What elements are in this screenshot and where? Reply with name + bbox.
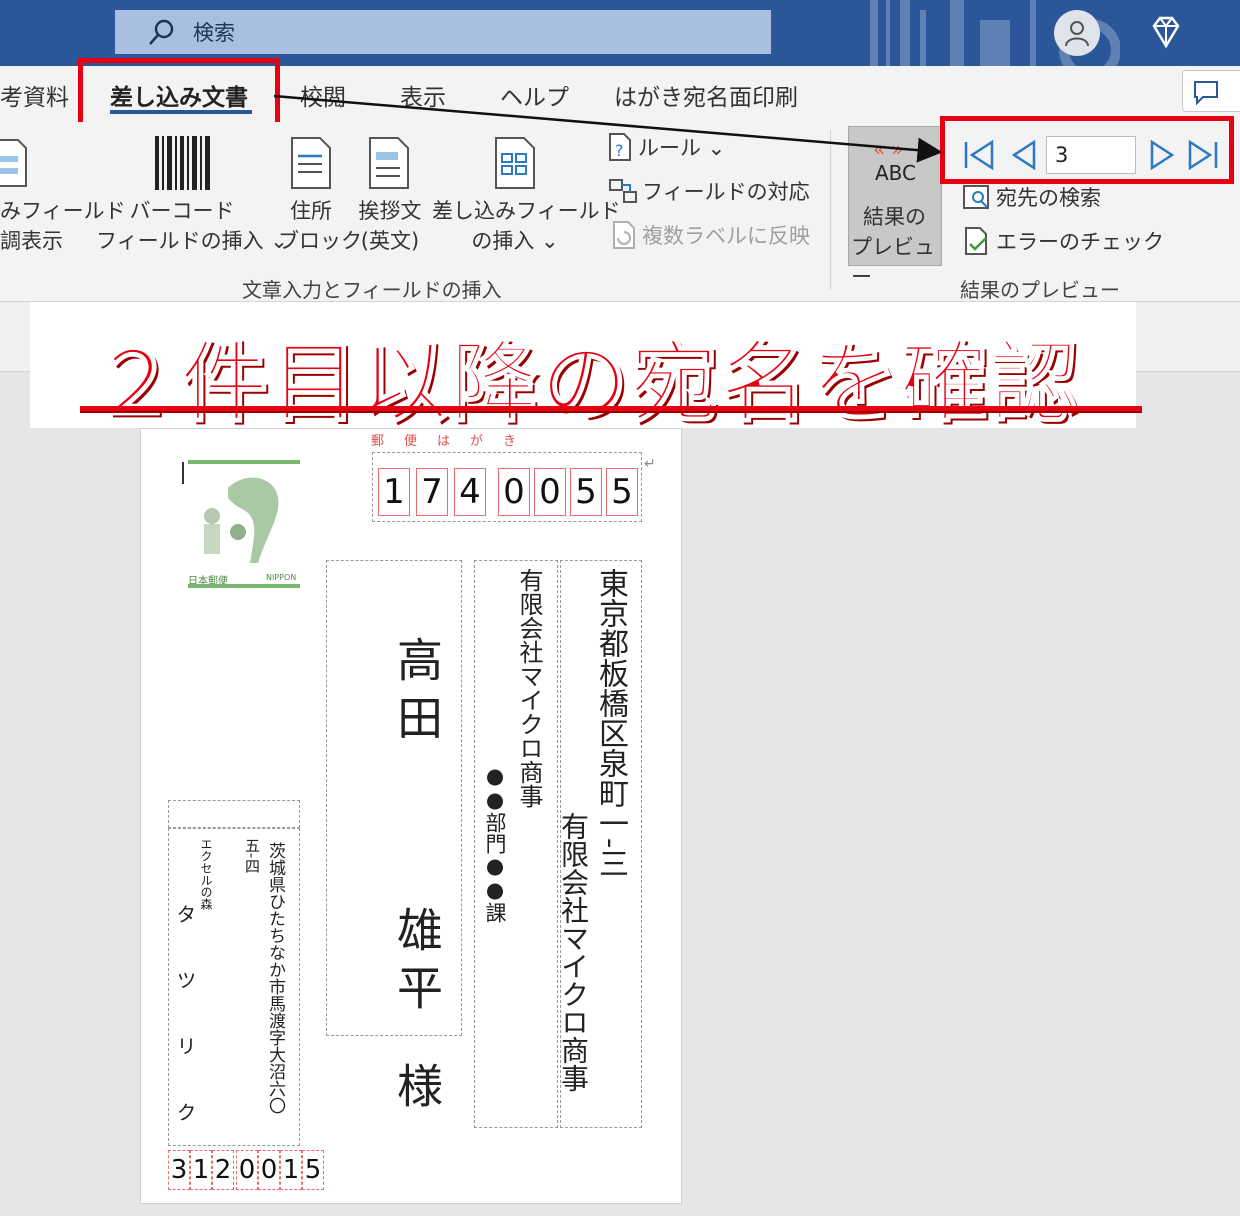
check-errors-label: エラーのチェック — [996, 230, 1164, 254]
greeting-label-2: (英文) — [360, 229, 420, 253]
update-labels-label: 複数ラベルに反映 — [642, 224, 810, 248]
address-block-label-2: ブロック — [278, 229, 362, 253]
recipient-family-name: 高田 — [390, 636, 444, 752]
sender-zip-digit: 0 — [236, 1150, 258, 1190]
postcard-header: 郵便はがき — [371, 434, 537, 449]
zip-digit: 0 — [498, 468, 530, 516]
sender-address-line2: 五‐四 — [243, 838, 261, 874]
greeting-line-button[interactable]: 挨拶文 (英文) — [354, 196, 426, 256]
dolphin-stamp-icon — [204, 477, 279, 563]
preview-results-group-label: 結果のプレビュー — [960, 278, 1120, 302]
zip-digit: 5 — [570, 468, 602, 516]
recipient-address-line1: 東京都板橋区泉町一‐三 — [593, 568, 628, 879]
barcode-field-button[interactable]: バーコード フィールドの挿入 ⌄ — [96, 196, 288, 256]
recipient-given-name: 雄平 — [390, 906, 444, 1022]
recipient-company: 有限会社マイクロ商事 — [515, 568, 543, 808]
barcode-label-2: フィールドの挿入 ⌄ — [96, 229, 288, 253]
sender-address-line1: 茨城県ひたちなか市馬渡字大沼六〇 — [265, 842, 285, 1114]
write-insert-group-label: 文章入力とフィールドの挿入 — [242, 278, 502, 302]
insert-merge-field-label-1: 差し込みフィールド — [432, 199, 621, 223]
preview-label-1: 結果の — [863, 205, 926, 229]
check-errors-icon — [965, 227, 987, 255]
recipient-department: ●●部門●●課 — [483, 764, 507, 923]
sender-zip-digit: 2 — [212, 1150, 234, 1190]
address-block-button[interactable]: 住所 ブロック — [278, 196, 362, 256]
sender-top-frame — [168, 800, 300, 828]
stamp: 日本郵便 NIPPON — [186, 460, 300, 588]
text-cursor — [182, 462, 184, 484]
callout-text: ２件目以降の宛名を確認 — [89, 330, 1081, 435]
update-labels-button[interactable]: 複数ラベルに反映 — [608, 220, 810, 250]
annotation-arrow — [273, 94, 943, 163]
zip-digit: 0 — [534, 468, 566, 516]
address-block-label-1: 住所 — [290, 199, 332, 223]
insert-merge-field-button[interactable]: 差し込みフィールド の挿入 ⌄ — [432, 196, 621, 256]
sender-zip-digit: 0 — [258, 1150, 280, 1190]
check-errors-button[interactable]: エラーのチェック — [962, 226, 1164, 256]
greeting-label-1: 挨拶文 — [358, 199, 422, 223]
preview-label-2: プレビュー — [851, 235, 935, 289]
sender-company: エクセルの森 — [199, 838, 213, 910]
zip-digit: 5 — [606, 468, 638, 516]
insert-merge-field-label-2: の挿入 ⌄ — [471, 229, 559, 253]
sender-zip-digit: 1 — [280, 1150, 302, 1190]
barcode-label-1: バーコード — [129, 199, 235, 223]
sender-zip-digit: 1 — [190, 1150, 212, 1190]
honorific: 様 — [390, 1062, 444, 1108]
sender-zip-digit: 5 — [302, 1150, 324, 1190]
stamp-text-right: NIPPON — [266, 573, 297, 582]
sender-zip-digit: 3 — [168, 1150, 190, 1190]
paragraph-mark: ↵ — [644, 456, 656, 472]
update-labels-icon — [613, 221, 635, 249]
zip-digit: 7 — [416, 468, 448, 516]
zip-digit: 1 — [378, 468, 410, 516]
callout-banner: ２件目以降の宛名を確認 — [30, 302, 1142, 435]
zip-digit: 4 — [454, 468, 486, 516]
callout-underline — [80, 406, 1142, 411]
recipient-company-line: 有限会社マイクロ商事 — [557, 812, 590, 1092]
sender-name: タツリク — [173, 904, 197, 1168]
